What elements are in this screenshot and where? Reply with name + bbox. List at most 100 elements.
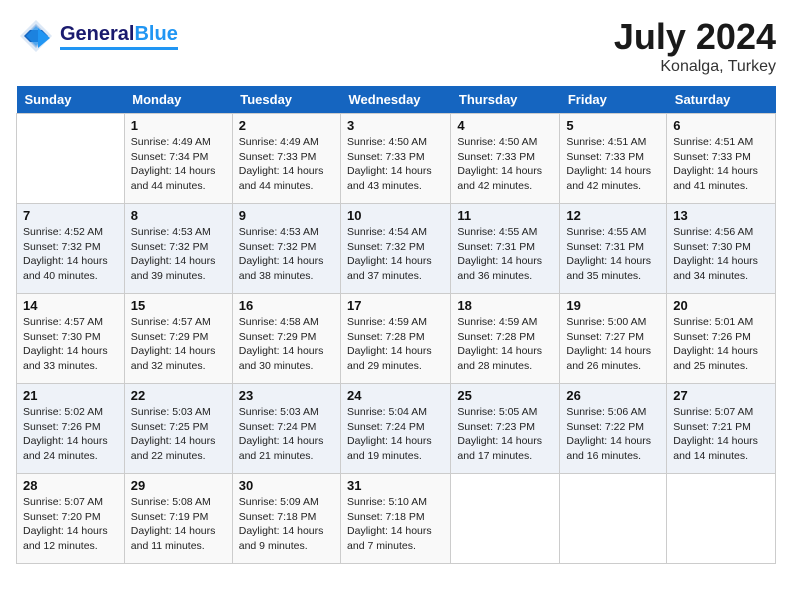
day-number: 20 bbox=[673, 298, 769, 313]
calendar-cell: 3 Sunrise: 4:50 AMSunset: 7:33 PMDaylight… bbox=[341, 114, 451, 204]
day-info: Sunrise: 4:50 AMSunset: 7:33 PMDaylight:… bbox=[347, 135, 444, 194]
calendar-cell: 22Sunrise: 5:03 AMSunset: 7:25 PMDayligh… bbox=[124, 384, 232, 474]
calendar-cell: 28 Sunrise: 5:07 AMSunset: 7:20 PMDayligh… bbox=[17, 474, 125, 564]
calendar-cell: 26 Sunrise: 5:06 AMSunset: 7:22 PMDayligh… bbox=[560, 384, 667, 474]
day-number: 14 bbox=[23, 298, 118, 313]
header-day-friday: Friday bbox=[560, 86, 667, 114]
calendar-cell: 12Sunrise: 4:55 AMSunset: 7:31 PMDayligh… bbox=[560, 204, 667, 294]
calendar-cell: 10 Sunrise: 4:54 AMSunset: 7:32 PMDayligh… bbox=[341, 204, 451, 294]
calendar-cell: 14 Sunrise: 4:57 AMSunset: 7:30 PMDayligh… bbox=[17, 294, 125, 384]
day-info: Sunrise: 4:49 AMSunset: 7:34 PMDaylight:… bbox=[131, 135, 226, 194]
day-number: 16 bbox=[239, 298, 334, 313]
calendar-cell: 9Sunrise: 4:53 AMSunset: 7:32 PMDaylight… bbox=[232, 204, 340, 294]
day-info: Sunrise: 4:51 AMSunset: 7:33 PMDaylight:… bbox=[673, 135, 769, 194]
day-info: Sunrise: 4:53 AMSunset: 7:32 PMDaylight:… bbox=[131, 225, 226, 284]
title-block: July 2024 Konalga, Turkey bbox=[614, 16, 776, 76]
day-number: 2 bbox=[239, 118, 334, 133]
day-number: 7 bbox=[23, 208, 118, 223]
calendar-cell: 20 Sunrise: 5:01 AMSunset: 7:26 PMDayligh… bbox=[667, 294, 776, 384]
day-number: 1 bbox=[131, 118, 226, 133]
day-info: Sunrise: 5:04 AMSunset: 7:24 PMDaylight:… bbox=[347, 405, 444, 464]
day-number: 31 bbox=[347, 478, 444, 493]
logo-general: General bbox=[60, 23, 134, 46]
header-day-sunday: Sunday bbox=[17, 86, 125, 114]
day-info: Sunrise: 4:55 AMSunset: 7:31 PMDaylight:… bbox=[457, 225, 553, 284]
day-info: Sunrise: 4:57 AMSunset: 7:29 PMDaylight:… bbox=[131, 315, 226, 374]
day-number: 17 bbox=[347, 298, 444, 313]
calendar-cell bbox=[560, 474, 667, 564]
day-info: Sunrise: 4:52 AMSunset: 7:32 PMDaylight:… bbox=[23, 225, 118, 284]
day-info: Sunrise: 4:54 AMSunset: 7:32 PMDaylight:… bbox=[347, 225, 444, 284]
calendar-cell: 6 Sunrise: 4:51 AMSunset: 7:33 PMDaylight… bbox=[667, 114, 776, 204]
day-info: Sunrise: 4:59 AMSunset: 7:28 PMDaylight:… bbox=[347, 315, 444, 374]
logo: General Blue bbox=[16, 16, 178, 56]
calendar-cell: 7 Sunrise: 4:52 AMSunset: 7:32 PMDaylight… bbox=[17, 204, 125, 294]
calendar-header-row: SundayMondayTuesdayWednesdayThursdayFrid… bbox=[17, 86, 776, 114]
day-number: 27 bbox=[673, 388, 769, 403]
header-day-thursday: Thursday bbox=[451, 86, 560, 114]
header-day-monday: Monday bbox=[124, 86, 232, 114]
day-info: Sunrise: 5:07 AMSunset: 7:21 PMDaylight:… bbox=[673, 405, 769, 464]
calendar-cell: 27 Sunrise: 5:07 AMSunset: 7:21 PMDayligh… bbox=[667, 384, 776, 474]
day-number: 3 bbox=[347, 118, 444, 133]
day-info: Sunrise: 4:51 AMSunset: 7:33 PMDaylight:… bbox=[566, 135, 660, 194]
day-info: Sunrise: 5:03 AMSunset: 7:25 PMDaylight:… bbox=[131, 405, 226, 464]
day-number: 26 bbox=[566, 388, 660, 403]
calendar-cell: 19 Sunrise: 5:00 AMSunset: 7:27 PMDayligh… bbox=[560, 294, 667, 384]
day-number: 9 bbox=[239, 208, 334, 223]
calendar-cell: 23 Sunrise: 5:03 AMSunset: 7:24 PMDayligh… bbox=[232, 384, 340, 474]
calendar-cell: 17 Sunrise: 4:59 AMSunset: 7:28 PMDayligh… bbox=[341, 294, 451, 384]
calendar-cell: 30 Sunrise: 5:09 AMSunset: 7:18 PMDayligh… bbox=[232, 474, 340, 564]
day-info: Sunrise: 5:09 AMSunset: 7:18 PMDaylight:… bbox=[239, 495, 334, 554]
day-number: 8 bbox=[131, 208, 226, 223]
day-number: 30 bbox=[239, 478, 334, 493]
day-info: Sunrise: 5:03 AMSunset: 7:24 PMDaylight:… bbox=[239, 405, 334, 464]
calendar-week-row: 1 Sunrise: 4:49 AMSunset: 7:34 PMDaylight… bbox=[17, 114, 776, 204]
calendar-cell: 18Sunrise: 4:59 AMSunset: 7:28 PMDayligh… bbox=[451, 294, 560, 384]
day-info: Sunrise: 5:06 AMSunset: 7:22 PMDaylight:… bbox=[566, 405, 660, 464]
day-number: 6 bbox=[673, 118, 769, 133]
month-title: July 2024 bbox=[614, 16, 776, 58]
day-number: 12 bbox=[566, 208, 660, 223]
calendar-cell: 24Sunrise: 5:04 AMSunset: 7:24 PMDayligh… bbox=[341, 384, 451, 474]
calendar-cell: 4Sunrise: 4:50 AMSunset: 7:33 PMDaylight… bbox=[451, 114, 560, 204]
calendar-cell: 11 Sunrise: 4:55 AMSunset: 7:31 PMDayligh… bbox=[451, 204, 560, 294]
day-info: Sunrise: 5:00 AMSunset: 7:27 PMDaylight:… bbox=[566, 315, 660, 374]
day-number: 11 bbox=[457, 208, 553, 223]
calendar-week-row: 28 Sunrise: 5:07 AMSunset: 7:20 PMDayligh… bbox=[17, 474, 776, 564]
logo-text-block: General Blue bbox=[60, 23, 178, 50]
location-title: Konalga, Turkey bbox=[614, 58, 776, 76]
day-info: Sunrise: 4:58 AMSunset: 7:29 PMDaylight:… bbox=[239, 315, 334, 374]
day-number: 23 bbox=[239, 388, 334, 403]
day-info: Sunrise: 4:49 AMSunset: 7:33 PMDaylight:… bbox=[239, 135, 334, 194]
logo-icon bbox=[16, 16, 56, 56]
day-info: Sunrise: 5:02 AMSunset: 7:26 PMDaylight:… bbox=[23, 405, 118, 464]
calendar-week-row: 7 Sunrise: 4:52 AMSunset: 7:32 PMDaylight… bbox=[17, 204, 776, 294]
day-info: Sunrise: 5:01 AMSunset: 7:26 PMDaylight:… bbox=[673, 315, 769, 374]
day-number: 21 bbox=[23, 388, 118, 403]
calendar-week-row: 14 Sunrise: 4:57 AMSunset: 7:30 PMDayligh… bbox=[17, 294, 776, 384]
calendar-cell: 8 Sunrise: 4:53 AMSunset: 7:32 PMDaylight… bbox=[124, 204, 232, 294]
header-day-tuesday: Tuesday bbox=[232, 86, 340, 114]
day-number: 28 bbox=[23, 478, 118, 493]
calendar-cell bbox=[17, 114, 125, 204]
calendar-cell: 31Sunrise: 5:10 AMSunset: 7:18 PMDayligh… bbox=[341, 474, 451, 564]
logo-blue: Blue bbox=[134, 23, 177, 46]
day-number: 10 bbox=[347, 208, 444, 223]
calendar-cell: 1 Sunrise: 4:49 AMSunset: 7:34 PMDaylight… bbox=[124, 114, 232, 204]
calendar-cell: 29 Sunrise: 5:08 AMSunset: 7:19 PMDayligh… bbox=[124, 474, 232, 564]
calendar-cell: 16 Sunrise: 4:58 AMSunset: 7:29 PMDayligh… bbox=[232, 294, 340, 384]
day-number: 19 bbox=[566, 298, 660, 313]
day-info: Sunrise: 5:08 AMSunset: 7:19 PMDaylight:… bbox=[131, 495, 226, 554]
calendar-cell: 5 Sunrise: 4:51 AMSunset: 7:33 PMDaylight… bbox=[560, 114, 667, 204]
day-info: Sunrise: 4:56 AMSunset: 7:30 PMDaylight:… bbox=[673, 225, 769, 284]
day-number: 29 bbox=[131, 478, 226, 493]
day-info: Sunrise: 4:57 AMSunset: 7:30 PMDaylight:… bbox=[23, 315, 118, 374]
day-number: 25 bbox=[457, 388, 553, 403]
header-day-saturday: Saturday bbox=[667, 86, 776, 114]
day-number: 4 bbox=[457, 118, 553, 133]
day-info: Sunrise: 5:07 AMSunset: 7:20 PMDaylight:… bbox=[23, 495, 118, 554]
day-number: 5 bbox=[566, 118, 660, 133]
day-number: 13 bbox=[673, 208, 769, 223]
calendar-cell: 25Sunrise: 5:05 AMSunset: 7:23 PMDayligh… bbox=[451, 384, 560, 474]
